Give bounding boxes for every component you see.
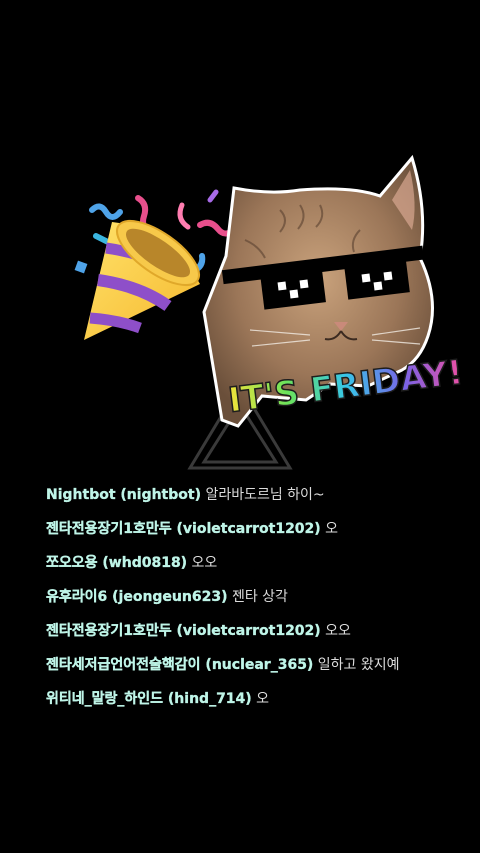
chat-message: 젠타전용장기1호만두 (violetcarrot1202) 오오 [46,622,446,640]
chat-text: 알라바도르님 하이~ [205,487,325,503]
chat-text: 오오 [191,555,218,571]
chat-username: 유후라이6 (jeongeun623) [46,589,228,605]
chat-text: 젠타 상각 [231,589,288,605]
chat-log: Nightbot (nightbot) 알라바도르님 하이~ 젠타전용장기1호만… [46,486,446,724]
chat-message: Nightbot (nightbot) 알라바도르님 하이~ [46,486,446,504]
chat-message: 유후라이6 (jeongeun623) 젠타 상각 [46,588,446,606]
chat-text: 일하고 왔지예 [317,657,400,673]
chat-text: 오 [325,521,339,537]
chat-message: 젠타전용장기1호만두 (violetcarrot1202) 오 [46,520,446,538]
chat-username: 젠타세저급언어전술핵감이 (nuclear_365) [46,657,314,673]
chat-text: 오 [256,691,270,707]
chat-username: Nightbot (nightbot) [46,487,201,503]
chat-message: 위티네_말랑_하인드 (hind_714) 오 [46,690,446,708]
chat-username: 쪼오오용 (whd0818) [46,555,188,571]
chat-username: 젠타전용장기1호만두 (violetcarrot1202) [46,623,321,639]
chat-text: 오오 [325,623,351,639]
friday-sticker-overlay: IT'S FRIDAY! [74,154,466,470]
chat-message: 쪼오오용 (whd0818) 오오 [46,554,446,572]
chat-username: 위티네_말랑_하인드 (hind_714) [46,691,252,707]
chat-message: 젠타세저급언어전술핵감이 (nuclear_365) 일하고 왔지예 [46,656,446,674]
chat-username: 젠타전용장기1호만두 (violetcarrot1202) [46,521,321,537]
